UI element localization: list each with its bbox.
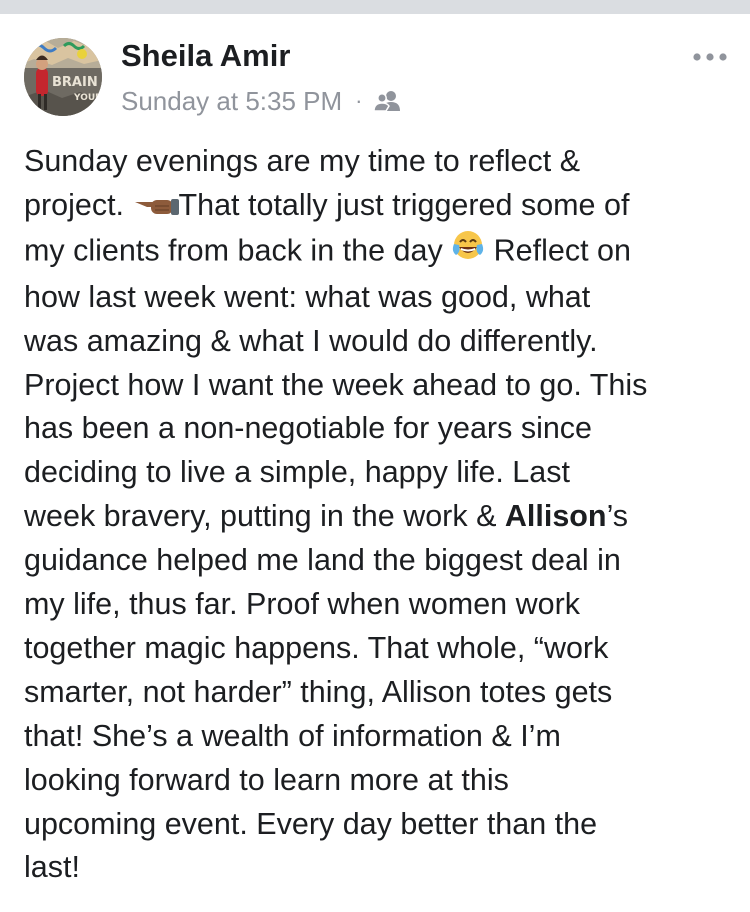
meta-separator: · <box>355 88 363 113</box>
post-text-segment: week bravery, putting in the work & <box>24 499 505 534</box>
ellipsis-icon <box>693 53 727 61</box>
post-text-line: Project how I want the week ahead to go.… <box>24 367 648 402</box>
post-text-line: together magic happens. That whole, “wor… <box>24 630 609 665</box>
post-text-segment: Reflect on <box>485 233 631 268</box>
author-avatar[interactable]: BRAIN YOUR <box>24 38 102 116</box>
post-text-segment: ’s <box>606 499 629 534</box>
post-text-segment: project. <box>24 187 133 222</box>
more-options-button[interactable] <box>690 44 730 70</box>
post-text-line: my clients from back in the day Reflect … <box>24 229 739 276</box>
post-text-line: was amazing & what I would do differentl… <box>24 323 598 358</box>
post-meta: Sunday at 5:35 PM · <box>121 84 402 118</box>
svg-text:YOUR: YOUR <box>73 93 102 103</box>
post-text-line: project. That totally just triggered som… <box>24 184 739 229</box>
author-name[interactable]: Sheila Amir <box>121 38 290 74</box>
svg-text:BRAIN: BRAIN <box>52 75 98 90</box>
post-body: Sunday evenings are my time to reflect &… <box>24 140 739 890</box>
post-text-line: last! <box>24 850 80 885</box>
post-text-line: that! She’s a wealth of information & I’… <box>24 718 561 753</box>
pointing-left-emoji-icon <box>133 185 179 229</box>
post-text-line: how last week went: what was good, what <box>24 279 591 314</box>
post-text-line: guidance helped me land the biggest deal… <box>24 543 621 578</box>
post-text-line: deciding to live a simple, happy life. L… <box>24 455 570 490</box>
friends-icon[interactable] <box>374 90 402 112</box>
post-timestamp[interactable]: Sunday at 5:35 PM <box>121 86 342 117</box>
post-text-line: my life, thus far. Proof when women work <box>24 587 580 622</box>
post-text-line: upcoming event. Every day better than th… <box>24 806 598 841</box>
post-text-segment: my clients from back in the day <box>24 233 452 268</box>
post-text-line: looking forward to learn more at this <box>24 762 509 797</box>
post-text-segment: That totally just triggered some of <box>178 187 630 222</box>
post-text-line: Sunday evenings are my time to reflect & <box>24 144 581 178</box>
post-text-line: has been a non-negotiable for years sinc… <box>24 411 593 446</box>
mention-link[interactable]: Allison <box>505 499 607 533</box>
feed-divider <box>0 0 750 14</box>
post-text-line: week bravery, putting in the work & Alli… <box>24 495 739 539</box>
post-text-line: smarter, not harder” thing, Allison tote… <box>24 674 613 709</box>
profile-photo-image: BRAIN YOUR <box>24 38 102 116</box>
tears-of-joy-emoji-icon <box>451 229 485 276</box>
